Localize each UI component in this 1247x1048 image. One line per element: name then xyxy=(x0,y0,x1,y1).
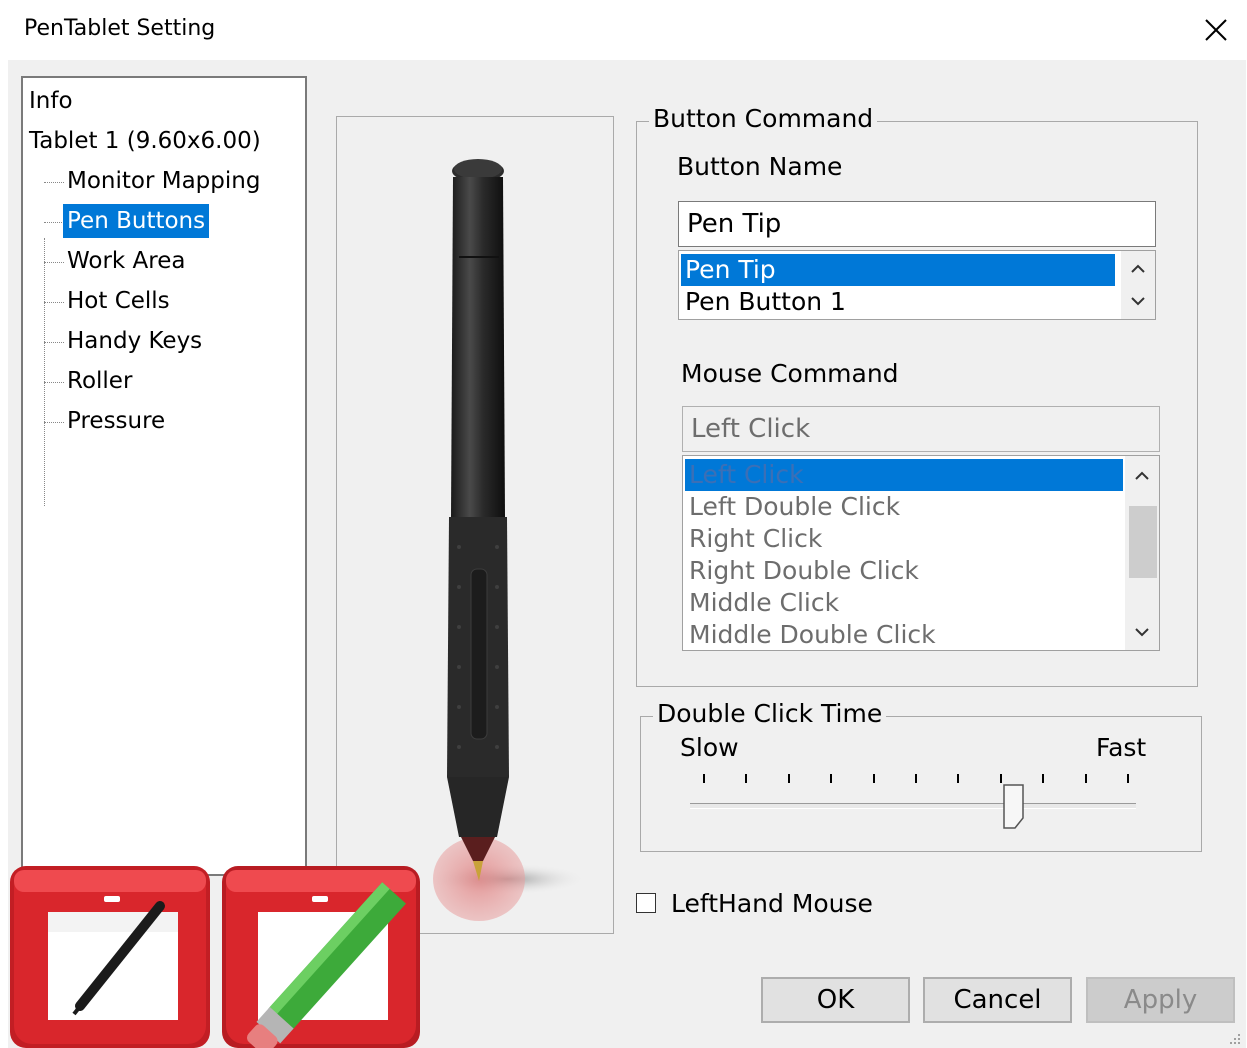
mouse-command-item[interactable]: Right Click xyxy=(685,523,1123,555)
double-click-slider[interactable] xyxy=(690,803,1136,809)
scroll-up-icon[interactable] xyxy=(1125,460,1159,492)
button-list-item-pen-tip[interactable]: Pen Tip xyxy=(681,254,1115,286)
slider-tick xyxy=(872,774,875,783)
cancel-button[interactable]: Cancel xyxy=(923,977,1072,1023)
slider-tick xyxy=(915,774,917,783)
pen-image xyxy=(427,159,587,921)
slider-tick xyxy=(957,774,960,783)
scroll-up-icon[interactable] xyxy=(1121,253,1155,285)
tree-item-handy-keys[interactable]: Handy Keys xyxy=(63,324,206,358)
mouse-command-label: Mouse Command xyxy=(681,359,899,388)
scroll-down-icon[interactable] xyxy=(1121,285,1155,317)
button-list-item-pen-button-1[interactable]: Pen Button 1 xyxy=(681,286,1115,318)
slider-tick xyxy=(1084,774,1087,783)
tree-item-pen-buttons[interactable]: Pen Buttons xyxy=(63,204,210,238)
slider-tick xyxy=(1042,774,1045,783)
slider-thumb[interactable] xyxy=(1002,784,1027,830)
tree-connector xyxy=(44,422,64,423)
slider-tick xyxy=(703,774,705,783)
settings-tree[interactable]: Info Tablet 1 (9.60x6.00) Monitor Mappin… xyxy=(21,76,307,876)
pen-preview-panel xyxy=(336,116,614,934)
size-grip-icon[interactable] xyxy=(1226,1032,1242,1046)
tablet-pen-app-icon xyxy=(10,866,210,1048)
slider-tick xyxy=(787,774,790,783)
apply-button[interactable]: Apply xyxy=(1086,977,1235,1023)
lefthand-mouse-label[interactable]: LeftHand Mouse xyxy=(671,889,873,918)
button-list[interactable]: Pen Tip Pen Button 1 xyxy=(678,250,1156,320)
tree-item-pressure[interactable]: Pressure xyxy=(63,404,169,438)
close-icon xyxy=(1205,19,1227,41)
mouse-command-item[interactable]: Middle Double Click xyxy=(685,619,1123,650)
close-button[interactable] xyxy=(1190,8,1242,52)
lefthand-mouse-checkbox[interactable] xyxy=(636,893,656,913)
mouse-command-item[interactable]: Middle Click xyxy=(685,587,1123,619)
slider-slow-label: Slow xyxy=(680,733,739,762)
mouse-command-item[interactable]: Left Click xyxy=(685,459,1123,491)
slider-tick xyxy=(999,774,1002,783)
scroll-thumb[interactable] xyxy=(1129,506,1157,578)
mouse-command-scrollbar[interactable] xyxy=(1125,456,1159,650)
double-click-time-title: Double Click Time xyxy=(653,699,887,728)
mouse-command-list[interactable]: Left Click Left Double Click Right Click… xyxy=(682,455,1160,651)
tree-item-work-area[interactable]: Work Area xyxy=(63,244,189,278)
slider-fast-label: Fast xyxy=(1096,733,1147,762)
tablet-pencil-app-icon xyxy=(222,866,420,1048)
window-title: PenTablet Setting xyxy=(24,16,216,41)
slider-tick xyxy=(830,774,833,783)
slider-tick xyxy=(745,774,748,783)
tree-item-info[interactable]: Info xyxy=(25,84,77,118)
button-command-title: Button Command xyxy=(649,104,878,133)
tree-item-roller[interactable]: Roller xyxy=(63,364,136,398)
tree-connector xyxy=(44,342,64,343)
button-name-label: Button Name xyxy=(677,152,843,181)
tree-connector xyxy=(44,238,45,506)
button-list-scrollbar[interactable] xyxy=(1121,251,1155,319)
ok-button[interactable]: OK xyxy=(761,977,910,1023)
slider-tick xyxy=(1127,774,1129,783)
mouse-command-item[interactable]: Right Double Click xyxy=(685,555,1123,587)
mouse-command-field[interactable]: Left Click xyxy=(682,406,1160,452)
tree-connector xyxy=(44,302,64,303)
scroll-down-icon[interactable] xyxy=(1125,616,1159,648)
tree-connector xyxy=(44,182,64,183)
mouse-command-item[interactable]: Left Double Click xyxy=(685,491,1123,523)
tree-item-hot-cells[interactable]: Hot Cells xyxy=(63,284,174,318)
tree-connector xyxy=(44,262,64,263)
tree-item-tablet[interactable]: Tablet 1 (9.60x6.00) xyxy=(25,124,265,158)
button-name-field[interactable]: Pen Tip xyxy=(678,201,1156,247)
tree-connector xyxy=(44,382,64,383)
tree-connector xyxy=(44,222,64,223)
tree-item-monitor-mapping[interactable]: Monitor Mapping xyxy=(63,164,264,198)
